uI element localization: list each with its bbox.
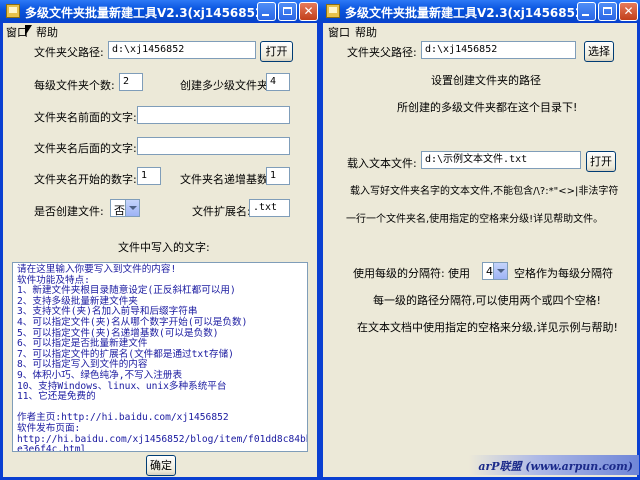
content-line: e3e6f4c.html: [17, 444, 87, 452]
load-file-field[interactable]: d:\示例文本文件.txt: [421, 151, 581, 169]
menu-bar: 窗口 帮助: [3, 23, 317, 40]
maximize-icon[interactable]: [278, 2, 297, 21]
create-file-label: 是否创建文件:: [34, 205, 104, 218]
levels-field[interactable]: 4: [266, 73, 290, 91]
choose-button[interactable]: 选择: [584, 41, 614, 62]
parent-path-label: 文件夹父路径:: [34, 46, 104, 59]
parent-path-field[interactable]: d:\xj1456852: [421, 41, 576, 59]
minimize-icon[interactable]: [577, 2, 596, 21]
title-bar[interactable]: 多级文件夹批量新建工具V2.3(xj1456852) ✕: [0, 0, 320, 23]
ext-label: 文件扩展名:: [192, 205, 251, 218]
start-num-field[interactable]: 1: [137, 167, 161, 185]
menu-help[interactable]: 帮助: [36, 24, 58, 40]
prefix-label: 文件夹名前面的文字:: [34, 111, 137, 124]
close-icon[interactable]: ✕: [619, 2, 638, 21]
hint-load: 载入写好文件夹名字的文本文件,不能包含/\?:*"<>|非法字符: [350, 186, 619, 197]
maximize-icon[interactable]: [598, 2, 617, 21]
dropdown-arrow-icon[interactable]: [125, 200, 139, 216]
content-text: 请在这里输入你要写入到文件的内容! 软件功能及特点: 1、新建文件夹根目录随意设定(…: [13, 263, 307, 452]
app-icon: [6, 4, 20, 18]
content-textarea[interactable]: 请在这里输入你要写入到文件的内容! 软件功能及特点: 1、新建文件夹根目录随意设定(…: [12, 262, 308, 452]
load-open-button[interactable]: 打开: [586, 151, 616, 172]
separator-select[interactable]: 4: [482, 262, 508, 280]
open-button[interactable]: 打开: [260, 41, 293, 62]
separator-value: 4: [486, 265, 493, 278]
create-file-select[interactable]: 否: [110, 199, 140, 217]
ext-field[interactable]: .txt: [249, 199, 290, 217]
increment-label: 文件夹名递增基数:: [180, 173, 272, 186]
close-icon[interactable]: ✕: [299, 2, 318, 21]
cursor-icon: [25, 25, 32, 36]
create-file-value: 否: [114, 204, 125, 217]
arp-logo: arP联盟 (www.arpun.com): [469, 455, 639, 475]
title-bar[interactable]: 多级文件夹批量新建工具V2.3(xj1456852) ✕: [320, 0, 640, 23]
minimize-icon[interactable]: [257, 2, 276, 21]
dropdown-arrow-icon[interactable]: [493, 263, 507, 279]
main-window: 多级文件夹批量新建工具V2.3(xj1456852) ✕ 窗口 帮助 文件夹父路…: [0, 0, 320, 480]
menu-bar: 窗口 帮助: [323, 23, 637, 40]
hint-line: 一行一个文件夹名,使用指定的空格来分级!详见帮助文件。: [346, 214, 604, 225]
count-per-level-label: 每级文件夹个数:: [34, 79, 115, 92]
help-window: 多级文件夹批量新建工具V2.3(xj1456852) ✕ 窗口 帮助 文件夹父路…: [320, 0, 640, 480]
hint-path-desc: 所创建的多级文件夹都在这个目录下!: [397, 101, 578, 114]
levels-label: 创建多少级文件夹:: [180, 79, 272, 92]
separator-suffix: 空格作为每级分隔符: [514, 267, 613, 280]
app-icon: [326, 4, 340, 18]
prefix-field[interactable]: [137, 106, 290, 124]
content-line: 4、可以指定文件(夹)名从哪个数字开始(可以是负数): [17, 316, 248, 328]
parent-path-label: 文件夹父路径:: [347, 46, 417, 59]
count-per-level-field[interactable]: 2: [119, 73, 143, 91]
parent-path-field[interactable]: d:\xj1456852: [108, 41, 256, 59]
window-title: 多级文件夹批量新建工具V2.3(xj1456852): [25, 6, 269, 20]
hint-separator: 每一级的路径分隔符,可以使用两个或四个空格!: [373, 294, 601, 307]
ok-button[interactable]: 确定: [146, 455, 176, 476]
content-line: 11、它还是免费的: [17, 391, 96, 403]
window-title: 多级文件夹批量新建工具V2.3(xj1456852): [345, 6, 589, 20]
hint-text-doc: 在文本文档中使用指定的空格来分级,详见示例与帮助!: [357, 321, 618, 334]
menu-help[interactable]: 帮助: [355, 24, 377, 40]
start-num-label: 文件夹名开始的数字:: [34, 173, 137, 186]
content-line: 软件发布页面:: [17, 422, 81, 434]
content-line: 9、体积小巧、绿色纯净,不写入注册表: [17, 369, 183, 381]
increment-field[interactable]: 1: [266, 167, 290, 185]
content-label: 文件中写入的文字:: [118, 241, 210, 254]
suffix-field[interactable]: [137, 137, 290, 155]
content-line: 请在这里输入你要写入到文件的内容!: [17, 264, 177, 275]
load-file-label: 载入文本文件:: [347, 157, 417, 170]
suffix-label: 文件夹名后面的文字:: [34, 142, 137, 155]
separator-label: 使用每级的分隔符:: [353, 267, 445, 280]
use-label: 使用: [448, 267, 470, 280]
menu-window[interactable]: 窗口: [328, 24, 350, 40]
hint-path: 设置创建文件夹的路径: [431, 74, 541, 87]
arp-logo-text: arP联盟 (www.arpun.com): [478, 460, 633, 473]
